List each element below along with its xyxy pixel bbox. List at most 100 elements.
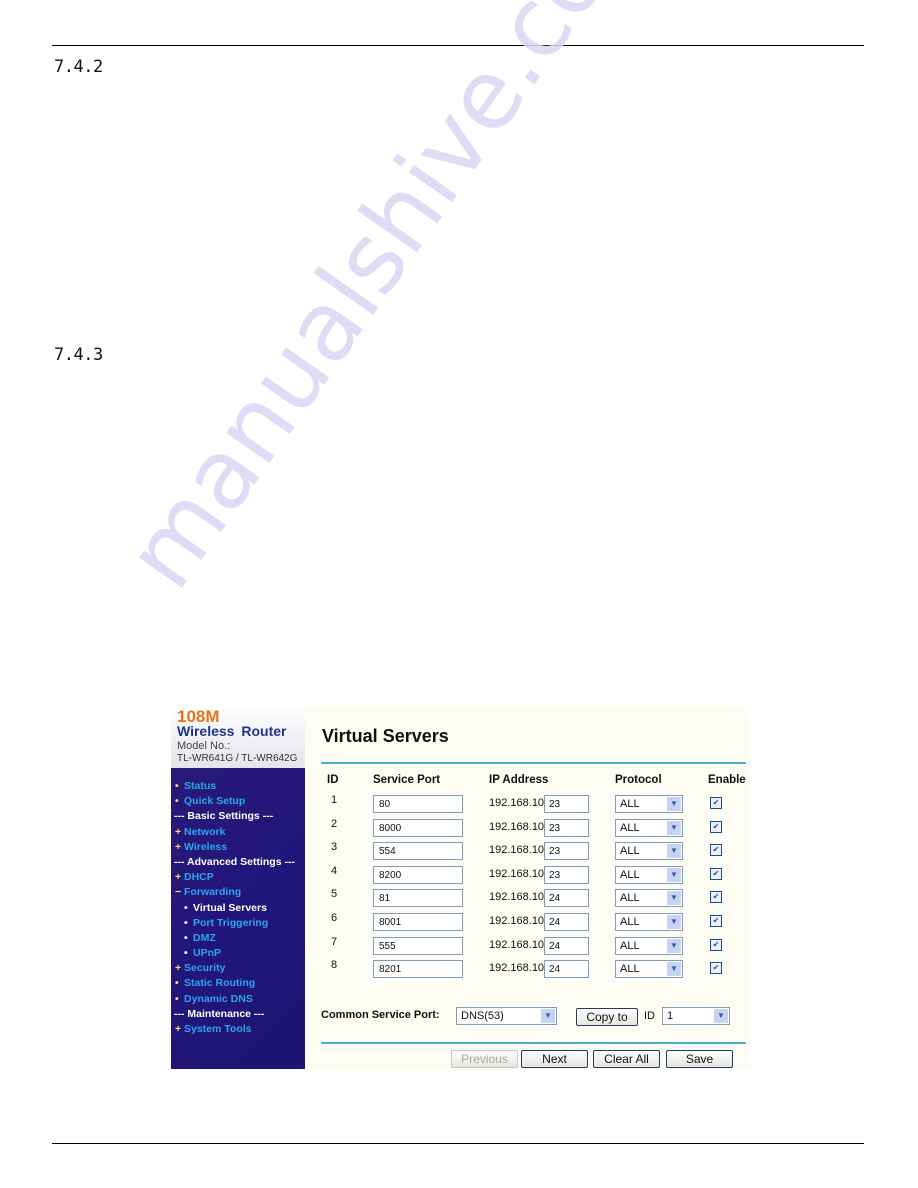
table-row: 3 554 192.168.10. 23 ALL ▼ ✔: [305, 841, 750, 865]
chevron-down-icon: ▼: [667, 867, 681, 882]
column-header-service-port: Service Port: [373, 774, 441, 786]
sidebar-item-dmz[interactable]: • DMZ: [171, 931, 305, 946]
select-value: ALL: [620, 963, 640, 976]
sidebar-item-label: DHCP: [184, 871, 214, 884]
sidebar-section-advanced-settings: --- Advanced Settings ---: [171, 855, 305, 870]
sidebar-item-quick-setup[interactable]: • Quick Setup: [171, 794, 305, 809]
brand-speed: 108M: [177, 707, 220, 726]
sidebar-item-label: Quick Setup: [184, 795, 246, 808]
common-service-port-label: Common Service Port:: [321, 1009, 440, 1021]
row-id: 2: [331, 817, 338, 830]
protocol-select[interactable]: ALL ▼: [615, 936, 683, 955]
table-row: 2 8000 192.168.10. 23 ALL ▼ ✔: [305, 818, 750, 842]
ip-last-octet-input[interactable]: 23: [544, 818, 589, 837]
enable-checkbox[interactable]: ✔: [710, 820, 722, 833]
bullet-icon: •: [184, 916, 188, 929]
next-button[interactable]: Next: [521, 1050, 588, 1068]
sidebar-item-dhcp[interactable]: + DHCP: [171, 870, 305, 885]
sidebar-item-virtual-servers[interactable]: • Virtual Servers: [171, 901, 305, 916]
chevron-down-icon: ▼: [667, 820, 681, 835]
checkbox-checked-icon: ✔: [712, 963, 720, 973]
service-port-input[interactable]: 8201: [373, 960, 463, 979]
page-title: Virtual Servers: [322, 726, 449, 746]
ip-prefix: 192.168.10.: [489, 962, 548, 975]
protocol-select[interactable]: ALL ▼: [615, 795, 683, 813]
enable-checkbox[interactable]: ✔: [710, 891, 722, 904]
select-value: ALL: [620, 892, 640, 905]
sidebar-item-label: Virtual Servers: [193, 901, 267, 914]
enable-checkbox[interactable]: ✔: [710, 915, 722, 927]
row-id: 6: [331, 912, 338, 924]
service-port-input[interactable]: 81: [373, 889, 463, 908]
sidebar-item-security[interactable]: + Security: [171, 961, 305, 976]
watermark: manualshive.com: [104, 0, 683, 609]
service-port-input[interactable]: 8200: [373, 865, 463, 884]
common-service-port-select[interactable]: DNS(53) ▼: [456, 1007, 557, 1025]
protocol-select[interactable]: ALL ▼: [615, 960, 683, 979]
protocol-select[interactable]: ALL ▼: [615, 818, 683, 837]
sidebar-item-wireless[interactable]: + Wireless: [171, 840, 305, 855]
protocol-select[interactable]: ALL ▼: [615, 865, 683, 884]
service-port-input[interactable]: 555: [373, 936, 463, 955]
checkbox-checked-icon: ✔: [712, 939, 720, 949]
sidebar-item-system-tools[interactable]: + System Tools: [171, 1022, 305, 1037]
copy-to-button[interactable]: Copy to: [576, 1008, 638, 1026]
ip-last-octet-input[interactable]: 23: [544, 842, 589, 861]
save-button[interactable]: Save: [666, 1050, 733, 1068]
footer-rule: [52, 1143, 864, 1144]
column-header-protocol: Protocol: [615, 774, 662, 786]
enable-checkbox[interactable]: ✔: [710, 797, 722, 809]
service-port-input[interactable]: 80: [373, 795, 463, 813]
clear-all-button[interactable]: Clear All: [593, 1050, 660, 1068]
sidebar-item-label: --- Basic Settings ---: [174, 810, 274, 823]
sidebar-item-upnp[interactable]: • UPnP: [171, 946, 305, 961]
service-port-input[interactable]: 8000: [373, 818, 463, 837]
protocol-select[interactable]: ALL ▼: [615, 842, 683, 861]
brand-header: 108M Wireless Router Model No.: TL-WR641…: [171, 706, 305, 768]
select-value: ALL: [620, 868, 640, 881]
sidebar-item-dynamic-dns[interactable]: • Dynamic DNS: [171, 992, 305, 1007]
ip-last-octet-input[interactable]: 24: [544, 960, 589, 979]
header-rule: [52, 45, 864, 46]
main-content: Virtual Servers ID Service Port IP Addre…: [305, 706, 750, 1069]
row-id: 1: [331, 794, 338, 806]
sidebar-item-forwarding[interactable]: − Forwarding: [171, 885, 305, 900]
ip-prefix: 192.168.10.: [489, 938, 548, 951]
copy-id-select[interactable]: 1 ▼: [662, 1007, 730, 1025]
column-header-id: ID: [327, 774, 339, 786]
sidebar-item-label: Network: [184, 825, 226, 838]
sidebar-item-static-routing[interactable]: • Static Routing: [171, 976, 305, 991]
sidebar-item-network[interactable]: + Network: [171, 825, 305, 840]
ip-last-octet-input[interactable]: 24: [544, 936, 589, 955]
ip-last-octet-input[interactable]: 23: [544, 795, 589, 813]
sidebar-item-label: Static Routing: [184, 977, 256, 990]
section-number: 7.4.3: [54, 345, 103, 365]
sidebar-item-label: Wireless: [184, 840, 228, 853]
service-port-input[interactable]: 554: [373, 842, 463, 861]
expand-icon: +: [175, 1023, 182, 1035]
enable-checkbox[interactable]: ✔: [710, 867, 722, 880]
protocol-select[interactable]: ALL ▼: [615, 889, 683, 908]
sidebar-item-port-triggering[interactable]: • Port Triggering: [171, 916, 305, 931]
sidebar-item-label: --- Advanced Settings ---: [174, 855, 295, 868]
previous-button[interactable]: Previous: [451, 1050, 518, 1068]
checkbox-checked-icon: ✔: [712, 868, 720, 878]
enable-checkbox[interactable]: ✔: [710, 844, 722, 857]
enable-checkbox[interactable]: ✔: [710, 938, 722, 951]
service-port-input[interactable]: 8001: [373, 913, 463, 931]
row-id: 8: [331, 959, 338, 972]
sidebar-item-label: Security: [184, 962, 226, 975]
row-id: 7: [331, 935, 338, 948]
row-id: 5: [331, 888, 338, 901]
ip-last-octet-input[interactable]: 24: [544, 889, 589, 908]
sidebar-item-status[interactable]: • Status: [171, 779, 305, 794]
enable-checkbox[interactable]: ✔: [710, 962, 722, 975]
ip-last-octet-input[interactable]: 23: [544, 865, 589, 884]
expand-icon: +: [175, 825, 182, 838]
ip-last-octet-input[interactable]: 24: [544, 913, 589, 931]
select-value: ALL: [620, 845, 640, 858]
chevron-down-icon: ▼: [667, 844, 681, 859]
expand-icon: +: [175, 871, 182, 884]
checkbox-checked-icon: ✔: [712, 916, 720, 925]
protocol-select[interactable]: ALL ▼: [615, 913, 683, 931]
